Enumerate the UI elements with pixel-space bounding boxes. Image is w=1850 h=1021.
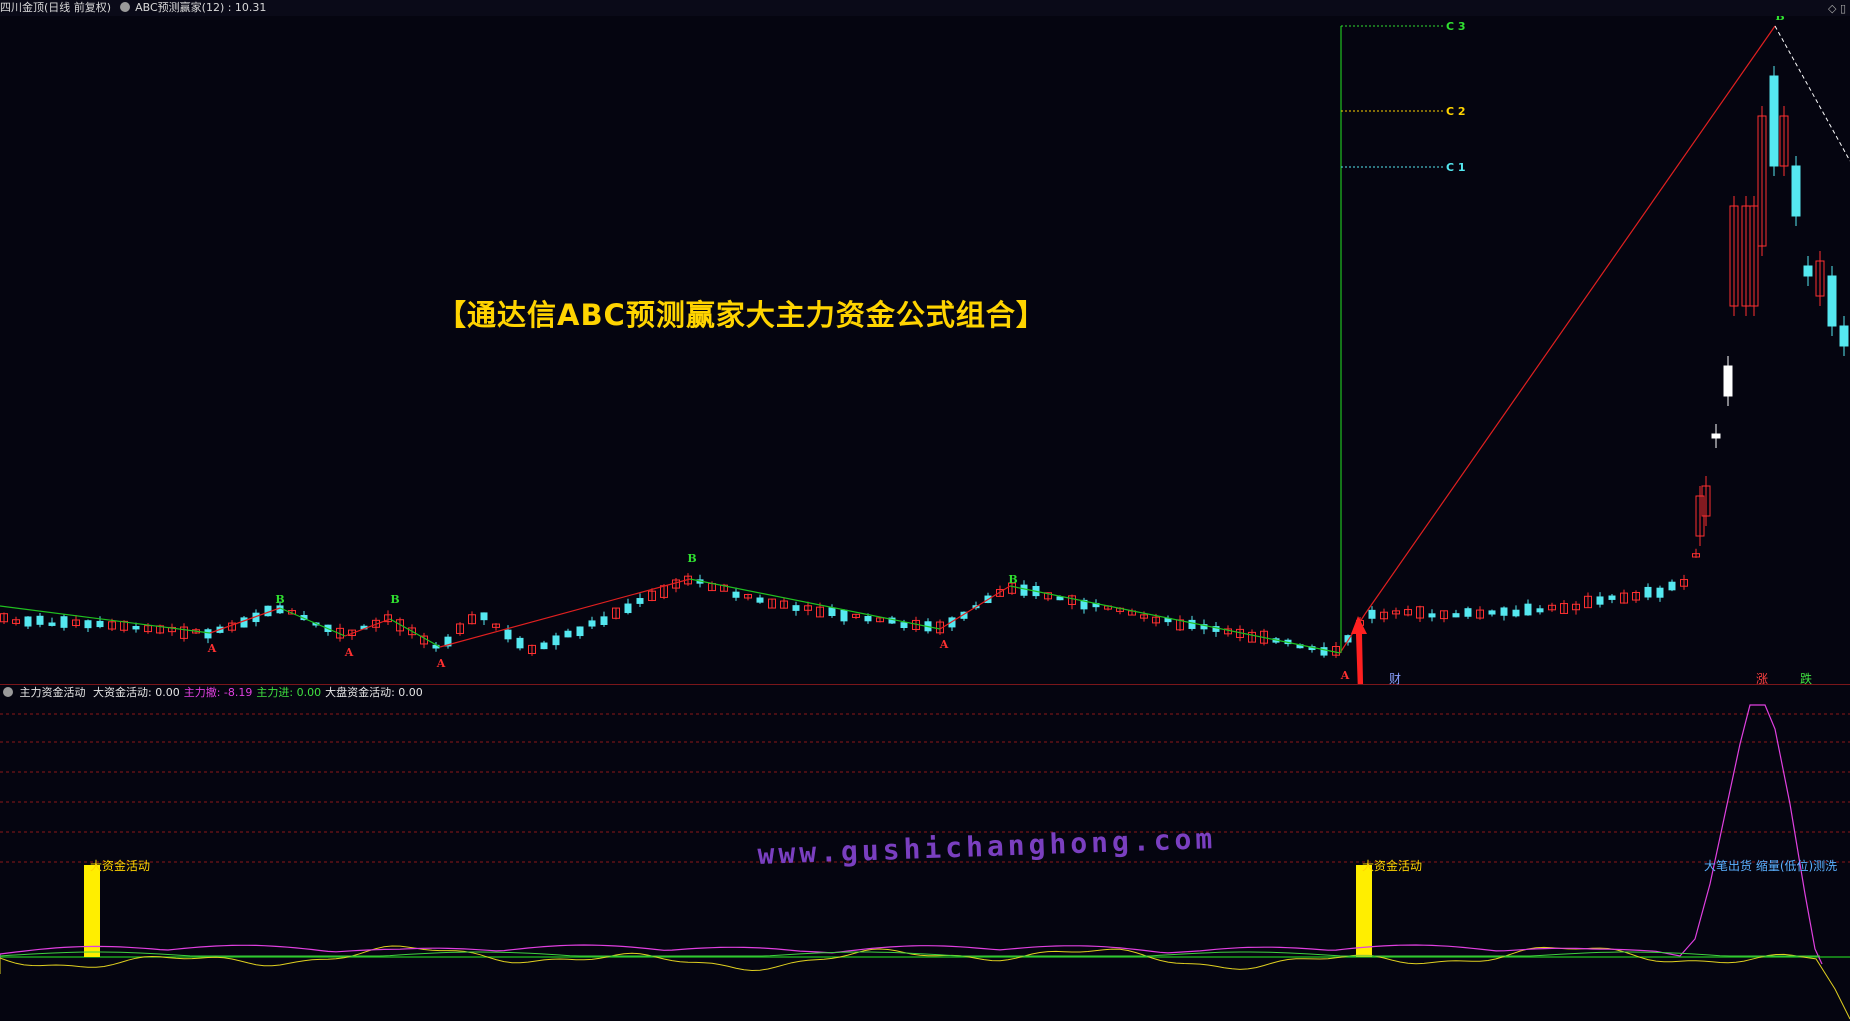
candle-body <box>1668 581 1676 591</box>
wave-line <box>344 618 391 637</box>
candle-body <box>1452 613 1460 618</box>
candle-body <box>792 605 800 611</box>
promo-title: 【通达信ABC预测赢家大主力资金公式组合】 <box>437 298 1046 332</box>
big-fund-bar <box>1356 865 1372 957</box>
candle-body <box>204 629 212 639</box>
indicator-toggle-icon[interactable] <box>119 2 130 12</box>
candle-body <box>864 615 872 622</box>
candle-body <box>576 626 584 637</box>
candle-body <box>96 620 104 628</box>
candle-body <box>1791 165 1801 217</box>
candle-body <box>552 635 560 646</box>
candlesticks <box>0 66 1849 658</box>
candle-body <box>588 620 596 627</box>
candle-body <box>1596 596 1604 605</box>
candle-body <box>1020 584 1028 596</box>
wave-marker-a: A <box>1340 669 1350 682</box>
projection-line <box>1774 25 1850 162</box>
candle-body <box>1320 647 1328 656</box>
candle-body <box>1428 613 1436 618</box>
candle-body <box>24 616 32 627</box>
stock-title[interactable]: 四川金顶(日线 前复权) <box>0 1 111 14</box>
wave-line <box>1364 25 1776 615</box>
wave-marker-a: A <box>939 638 949 651</box>
candle-body <box>756 597 764 603</box>
candle-body <box>1512 609 1520 617</box>
candle-body <box>516 637 524 649</box>
main-chart[interactable]: A A A A A B B B B B C 3 C 2 C 1 <box>0 16 1850 684</box>
candle-body <box>1188 619 1196 629</box>
candle-body <box>636 598 644 604</box>
candle-body <box>1827 275 1837 327</box>
wave-marker-b: B <box>1775 16 1784 23</box>
candle-body <box>828 607 836 616</box>
title-bar: 四川金顶(日线 前复权) ABC预测赢家(12) : 10.31 ◇ ▯ <box>0 0 1850 16</box>
indicator-value: : 10.31 <box>227 1 267 14</box>
candle-body <box>1464 608 1472 617</box>
wave-marker-b: B <box>275 593 284 606</box>
candle-body <box>36 615 44 625</box>
candle-body <box>1711 433 1721 439</box>
wave-line <box>1009 585 1341 654</box>
candle-body <box>1769 75 1779 167</box>
candle-body <box>1644 586 1652 598</box>
candle-body <box>564 630 572 638</box>
candle-body <box>1608 595 1616 600</box>
candle-body <box>60 616 68 628</box>
candle-body <box>132 626 140 630</box>
window-controls[interactable]: ◇ ▯ <box>1828 1 1846 16</box>
signal-zhang: 涨 <box>1756 672 1769 686</box>
candle-body <box>1368 609 1376 619</box>
candle-body <box>732 591 740 598</box>
indicator-title[interactable]: ABC预测赢家(12) <box>135 1 224 14</box>
wave-marker-b: B <box>390 593 399 606</box>
wave-marker-b: B <box>1008 573 1017 586</box>
wave-marker-a: A <box>207 642 217 655</box>
candle-body <box>240 617 248 628</box>
candle-body <box>540 642 548 650</box>
wave-marker-a: A <box>436 657 446 670</box>
signal-arrow <box>1351 616 1367 684</box>
c-target-label: C 3 <box>1446 20 1466 33</box>
candle-body <box>840 609 848 622</box>
wave-line <box>689 578 941 630</box>
green-line <box>0 951 1820 957</box>
big-fund-bar <box>84 865 100 957</box>
big-fund-label: 大资金活动 <box>90 859 151 873</box>
candle-body <box>504 629 512 640</box>
candle-body <box>1723 365 1733 397</box>
signal-die: 跌 <box>1800 672 1813 686</box>
big-fund-label: 大资金活动 <box>1362 859 1423 873</box>
c-target-label: C 2 <box>1446 105 1466 118</box>
candle-body <box>84 620 92 629</box>
candle-body <box>948 617 956 628</box>
wave-line <box>389 618 441 648</box>
candle-body <box>1839 325 1849 347</box>
candle-body <box>1500 607 1508 616</box>
dump-label: 大笔出货 缩量(低位)测洗 <box>1704 859 1838 873</box>
wave-marker-a: A <box>344 646 354 659</box>
candle-body <box>480 612 488 621</box>
wave-line <box>209 607 281 634</box>
wave-marker-b: B <box>687 552 696 565</box>
candle-body <box>1803 265 1813 277</box>
candle-body <box>624 603 632 614</box>
wave-line <box>279 607 346 637</box>
candle-body <box>1488 610 1496 615</box>
candle-body <box>600 616 608 626</box>
candle-body <box>1524 603 1532 616</box>
candle-body <box>1536 608 1544 613</box>
candle-body <box>1656 587 1664 598</box>
c-target-label: C 1 <box>1446 161 1466 174</box>
wave-line <box>939 585 1011 630</box>
signal-cai: 财 <box>1389 672 1402 686</box>
candle-body <box>48 622 56 626</box>
candle-body <box>900 622 908 628</box>
